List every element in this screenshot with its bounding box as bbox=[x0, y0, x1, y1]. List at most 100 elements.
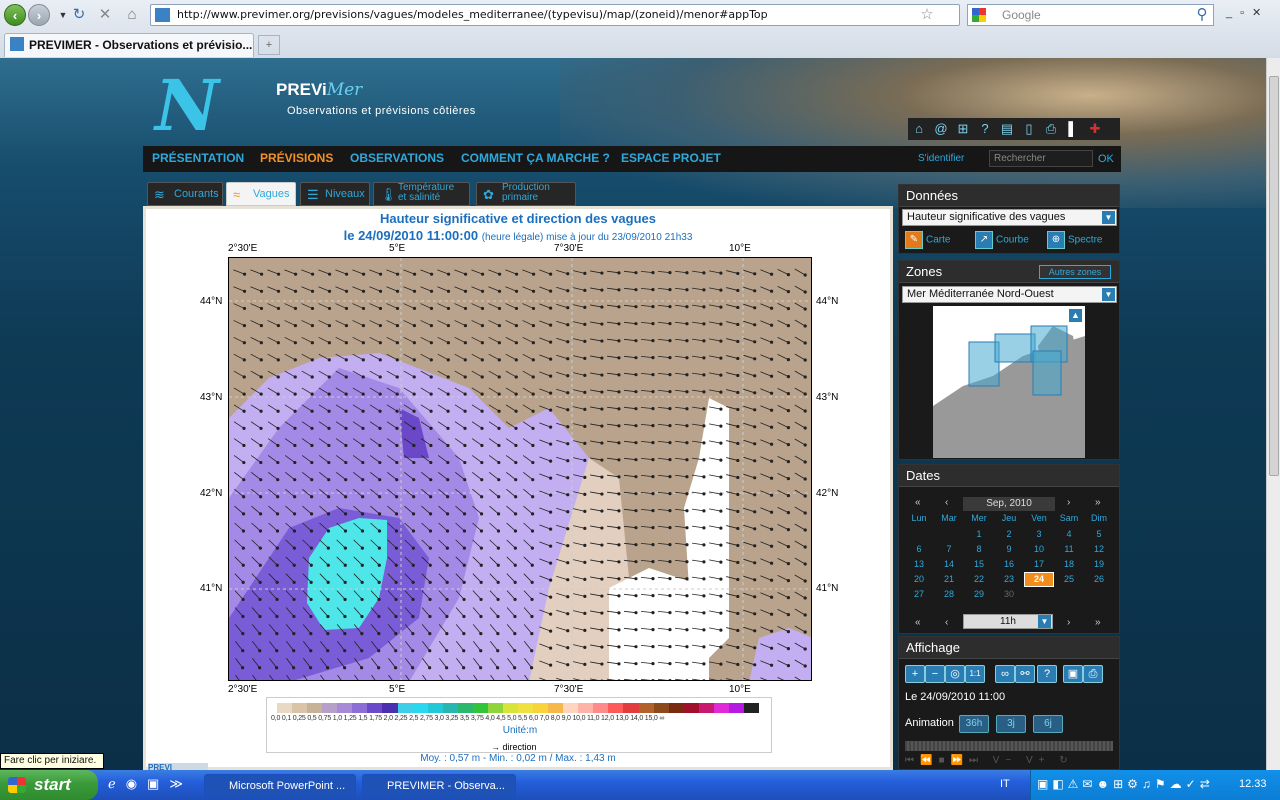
search-icon[interactable]: ⚲ bbox=[1193, 6, 1211, 24]
calendar-day[interactable]: 27 bbox=[904, 587, 934, 602]
calendar-day[interactable]: 14 bbox=[934, 557, 964, 572]
calendar-day[interactable]: 20 bbox=[904, 572, 934, 587]
nav-previsions[interactable]: PRÉVISIONS bbox=[260, 151, 333, 165]
taskbar-powerpoint[interactable]: Microsoft PowerPoint ... bbox=[204, 774, 356, 798]
donnees-select[interactable]: Hauteur significative des vagues ▼ bbox=[902, 209, 1117, 226]
previmer-logo[interactable]: N bbox=[155, 64, 219, 147]
next-month-icon[interactable]: › bbox=[1067, 497, 1070, 508]
zoom-out-icon[interactable]: − bbox=[925, 665, 945, 683]
taskbar-firefox[interactable]: PREVIMER - Observa... bbox=[362, 774, 516, 798]
anim-36h-button[interactable]: 36h bbox=[959, 715, 989, 733]
next-day-icon[interactable]: » bbox=[1095, 617, 1101, 628]
calendar-day[interactable]: 1 bbox=[964, 527, 994, 542]
calendar-day[interactable]: 9 bbox=[994, 542, 1024, 557]
anim-3j-button[interactable]: 3j bbox=[996, 715, 1026, 733]
autres-zones-button[interactable]: Autres zones bbox=[1039, 265, 1111, 279]
calendar-day[interactable]: 23 bbox=[994, 572, 1024, 587]
calendar-day[interactable]: 24 bbox=[1024, 572, 1054, 587]
calendar-day[interactable]: 16 bbox=[994, 557, 1024, 572]
flag-uk-icon[interactable]: ✚ bbox=[1084, 118, 1106, 140]
home-icon[interactable]: ⌂ bbox=[123, 6, 141, 24]
next-hour-icon[interactable]: › bbox=[1067, 617, 1070, 628]
calendar-day[interactable]: 10 bbox=[1024, 542, 1054, 557]
sitemap-icon[interactable]: ⊞ bbox=[952, 118, 974, 140]
browser-tab[interactable]: PREVIMER - Observations et prévisio... bbox=[4, 33, 254, 57]
scrollbar-thumb[interactable] bbox=[1269, 76, 1279, 476]
link-icon[interactable]: ∞ bbox=[995, 665, 1015, 683]
zoom-1to1-icon[interactable]: 1:1 bbox=[965, 665, 985, 683]
email-icon[interactable]: @ bbox=[930, 118, 952, 140]
calendar-day[interactable]: 5 bbox=[1084, 527, 1114, 542]
search-ok-button[interactable]: OK bbox=[1098, 153, 1114, 165]
calendar-day[interactable]: 28 bbox=[934, 587, 964, 602]
nav-presentation[interactable]: PRÉSENTATION bbox=[152, 151, 244, 165]
export-icon[interactable]: ▣ bbox=[1063, 665, 1083, 683]
nav-espace-projet[interactable]: ESPACE PROJET bbox=[621, 151, 721, 165]
prev-year-icon[interactable]: « bbox=[915, 497, 921, 508]
tab-courants[interactable]: ≋ Courants bbox=[147, 182, 223, 206]
calendar-day[interactable]: 6 bbox=[904, 542, 934, 557]
prev-day-icon[interactable]: « bbox=[915, 617, 921, 628]
window-controls[interactable]: _▫✕ bbox=[1226, 6, 1269, 19]
mobile-icon[interactable]: ▯ bbox=[1018, 118, 1040, 140]
calendar-day[interactable]: 25 bbox=[1054, 572, 1084, 587]
help-icon[interactable]: ? bbox=[1037, 665, 1057, 683]
address-bar[interactable]: http://www.previmer.org/previsions/vague… bbox=[150, 4, 960, 26]
prev-month-icon[interactable]: ‹ bbox=[945, 497, 948, 508]
tab-niveaux[interactable]: ☰ Niveaux bbox=[300, 182, 370, 206]
calendar-day[interactable]: 7 bbox=[934, 542, 964, 557]
nav-comment-ca-marche[interactable]: COMMENT ÇA MARCHE ? bbox=[461, 151, 610, 165]
print-icon[interactable]: ⎙ bbox=[1040, 118, 1062, 140]
playback-controls[interactable]: ⏮⏪■⏩⏭ V− V+ ↻ bbox=[905, 755, 1113, 769]
anim-6j-button[interactable]: 6j bbox=[1033, 715, 1063, 733]
zone-select[interactable]: Mer Méditerranée Nord-Ouest ▼ bbox=[902, 286, 1117, 303]
carte-button[interactable]: ✎ Carte bbox=[905, 231, 950, 249]
site-search-input[interactable]: Rechercher bbox=[989, 150, 1093, 167]
zoom-in-icon[interactable]: + bbox=[905, 665, 925, 683]
calendar-day[interactable]: 11 bbox=[1054, 542, 1084, 557]
web-search-input[interactable]: Google bbox=[967, 4, 1214, 26]
calendar-day[interactable]: 30 bbox=[994, 587, 1024, 602]
animation-progress[interactable] bbox=[905, 741, 1113, 751]
calendar-day[interactable]: 15 bbox=[964, 557, 994, 572]
calendar-day[interactable]: 12 bbox=[1084, 542, 1114, 557]
tray-icons[interactable]: ▣◧⚠✉☻⊞⚙♫⚑☁✓⇄ bbox=[1037, 777, 1214, 791]
calendar-day[interactable]: 18 bbox=[1054, 557, 1084, 572]
nav-observations[interactable]: OBSERVATIONS bbox=[350, 151, 444, 165]
prev-hour-icon[interactable]: ‹ bbox=[945, 617, 948, 628]
calendar-day[interactable]: 3 bbox=[1024, 527, 1054, 542]
wave-height-map[interactable] bbox=[228, 257, 812, 681]
unlink-icon[interactable]: ⚯ bbox=[1015, 665, 1035, 683]
calendar-day[interactable]: 4 bbox=[1054, 527, 1084, 542]
calendar-day[interactable]: 29 bbox=[964, 587, 994, 602]
back-icon[interactable]: ‹ bbox=[4, 4, 26, 26]
page-scrollbar[interactable] bbox=[1266, 58, 1280, 770]
tab-production[interactable]: ✿ Production primaire bbox=[476, 182, 576, 206]
tab-temperature[interactable]: 🌡 Température et salinité bbox=[373, 182, 470, 206]
up-arrow-icon[interactable]: ▲ bbox=[1069, 309, 1082, 322]
new-tab-button[interactable]: + bbox=[258, 35, 280, 55]
calendar-day[interactable]: 17 bbox=[1024, 557, 1054, 572]
home-icon[interactable]: ⌂ bbox=[908, 118, 930, 140]
calendar-day[interactable]: 21 bbox=[934, 572, 964, 587]
zone-overview-map[interactable] bbox=[933, 306, 1085, 458]
bookmark-star-icon[interactable]: ☆ bbox=[918, 6, 936, 24]
forward-icon[interactable]: › bbox=[28, 4, 50, 26]
print-icon[interactable]: ⎙ bbox=[1083, 665, 1103, 683]
spectre-button[interactable]: ⊕ Spectre bbox=[1047, 231, 1102, 249]
language-indicator[interactable]: IT bbox=[1000, 778, 1010, 790]
calendar-day[interactable]: 26 bbox=[1084, 572, 1114, 587]
tab-vagues[interactable]: ≈ Vagues bbox=[226, 182, 296, 206]
next-year-icon[interactable]: » bbox=[1095, 497, 1101, 508]
reload-icon[interactable]: ↻ bbox=[70, 6, 88, 24]
stop-icon[interactable]: ✕ bbox=[96, 6, 114, 24]
quicklaunch-icons[interactable]: ℯ◉▣≫ bbox=[108, 776, 193, 792]
hour-select[interactable]: 11h ▼ bbox=[963, 614, 1053, 629]
zoom-extent-icon[interactable]: ◎ bbox=[945, 665, 965, 683]
calendar-day[interactable]: 19 bbox=[1084, 557, 1114, 572]
calendar-day[interactable]: 2 bbox=[994, 527, 1024, 542]
calendar-day[interactable]: 22 bbox=[964, 572, 994, 587]
signin-link[interactable]: S'identifier bbox=[918, 153, 964, 164]
calendar-day[interactable]: 8 bbox=[964, 542, 994, 557]
calendar-day[interactable]: 13 bbox=[904, 557, 934, 572]
